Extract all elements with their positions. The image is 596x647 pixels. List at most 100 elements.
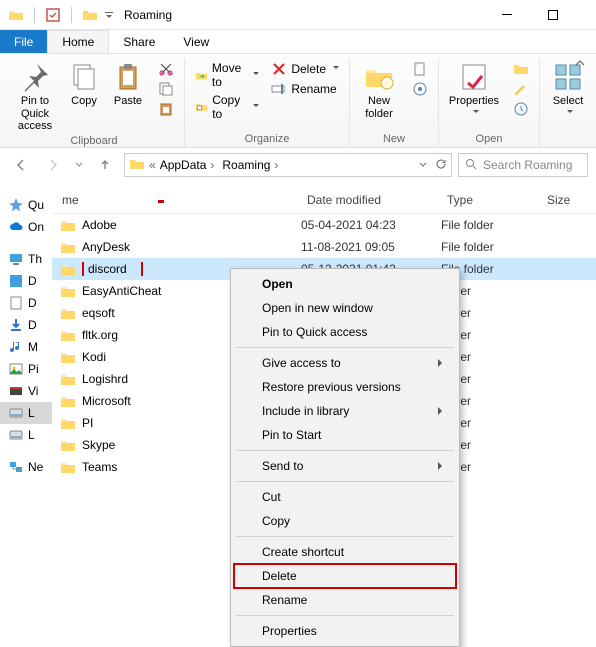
ctx-send-to[interactable]: Send to [234, 454, 456, 478]
back-button[interactable] [8, 152, 34, 178]
rename-button[interactable]: Rename [267, 80, 343, 98]
forward-button[interactable] [40, 152, 66, 178]
close-button[interactable] [576, 0, 596, 30]
sidebar-item[interactable]: D [0, 314, 52, 336]
crumb-roaming[interactable]: Roaming [222, 158, 282, 172]
context-menu: Open Open in new window Pin to Quick acc… [230, 268, 460, 647]
open-icon [513, 61, 529, 77]
ctx-copy[interactable]: Copy [234, 509, 456, 533]
open-button[interactable] [509, 60, 533, 78]
sidebar-item[interactable]: Pi [0, 358, 52, 380]
sidebar-item[interactable]: On [0, 216, 52, 238]
folder-icon [60, 416, 76, 430]
delete-button[interactable]: Delete [267, 60, 343, 78]
sidebar-item[interactable]: D [0, 292, 52, 314]
folder-icon [129, 156, 145, 175]
folder-icon [60, 372, 76, 386]
copy-button[interactable]: Copy [64, 58, 104, 108]
addr-dropdown-icon[interactable] [419, 158, 427, 173]
sidebar-item[interactable]: Vi [0, 380, 52, 402]
copy-path-button[interactable] [154, 80, 178, 98]
recent-button[interactable] [72, 152, 86, 178]
maximize-button[interactable] [530, 0, 576, 30]
tab-file[interactable]: File [0, 30, 47, 53]
columns-header[interactable]: me Date modified Type Size [52, 186, 596, 214]
file-type: File folder [437, 218, 537, 232]
crumb-appdata[interactable]: AppData [160, 158, 219, 172]
new-item-icon [412, 61, 428, 77]
scissors-icon [158, 61, 174, 77]
file-date: 05-04-2021 04:23 [297, 218, 437, 232]
sidebar-item[interactable]: L [0, 402, 52, 424]
sidebar-item[interactable]: Qu [0, 194, 52, 216]
ribbon-collapse-button[interactable] [570, 54, 590, 74]
window-title: Roaming [124, 8, 172, 22]
ctx-pin-quick-access[interactable]: Pin to Quick access [234, 320, 456, 344]
breadcrumb[interactable]: « AppData Roaming [124, 153, 452, 177]
properties-button[interactable]: Properties [445, 58, 503, 116]
file-name: fltk.org [82, 328, 118, 342]
square-icon [8, 273, 24, 289]
file-name: EasyAntiCheat [82, 284, 161, 298]
edit-button[interactable] [509, 80, 533, 98]
table-row[interactable]: AnyDesk11-08-2021 09:05File folder [52, 236, 596, 258]
ctx-include-library[interactable]: Include in library [234, 399, 456, 423]
ctx-give-access[interactable]: Give access to [234, 351, 456, 375]
ctx-pin-start[interactable]: Pin to Start [234, 423, 456, 447]
tab-view[interactable]: View [169, 30, 223, 53]
ctx-restore-versions[interactable]: Restore previous versions [234, 375, 456, 399]
search-input[interactable]: Search Roaming [458, 153, 588, 177]
easy-access-button[interactable] [408, 80, 432, 98]
file-name: PI [82, 416, 93, 430]
folder-icon [60, 460, 76, 474]
cut-button[interactable] [154, 60, 178, 78]
sidebar-item[interactable]: D [0, 270, 52, 292]
ctx-delete[interactable]: Delete [234, 564, 456, 588]
ctx-create-shortcut[interactable]: Create shortcut [234, 540, 456, 564]
ctx-open[interactable]: Open [234, 272, 456, 296]
refresh-button[interactable] [435, 158, 447, 173]
file-name: Teams [82, 460, 117, 474]
file-name: AnyDesk [82, 240, 130, 254]
folder-icon [60, 438, 76, 452]
sidebar-item[interactable]: Th [0, 248, 52, 270]
ctx-properties[interactable]: Properties [234, 619, 456, 643]
tab-home[interactable]: Home [47, 30, 109, 53]
qat-dropdown-icon[interactable] [104, 7, 114, 23]
new-folder-button[interactable]: New folder [356, 58, 402, 120]
qat-properties-icon[interactable] [45, 7, 61, 23]
rename-icon [271, 81, 287, 97]
folder-icon [60, 306, 76, 320]
new-item-button[interactable] [408, 60, 432, 78]
move-to-button[interactable]: Move to [191, 60, 263, 90]
up-button[interactable] [92, 152, 118, 178]
tab-share[interactable]: Share [109, 30, 169, 53]
minimize-button[interactable] [484, 0, 530, 30]
col-size[interactable]: Size [537, 193, 587, 207]
sidebar-item[interactable]: L [0, 424, 52, 446]
file-name: Skype [82, 438, 115, 452]
col-name[interactable]: me [52, 193, 297, 207]
ctx-open-new-window[interactable]: Open in new window [234, 296, 456, 320]
col-type[interactable]: Type [437, 193, 537, 207]
group-label-organize: Organize [245, 131, 290, 147]
ctx-rename[interactable]: Rename [234, 588, 456, 612]
doc-icon [8, 295, 24, 311]
paste-button[interactable]: Paste [108, 58, 148, 108]
file-name: Kodi [82, 350, 106, 364]
table-row[interactable]: Adobe05-04-2021 04:23File folder [52, 214, 596, 236]
copy-to-button[interactable]: Copy to [191, 92, 263, 122]
music-icon [8, 339, 24, 355]
ribbon-tabs: File Home Share View [0, 30, 596, 54]
ctx-cut[interactable]: Cut [234, 485, 456, 509]
pin-quick-access-button[interactable]: Pin to Quick access [10, 58, 60, 133]
sidebar-item[interactable]: Ne [0, 456, 52, 478]
net-icon [8, 459, 24, 475]
col-date[interactable]: Date modified [297, 193, 437, 207]
nav-sidebar: QuOnThDDDMPiViLLNe [0, 182, 52, 635]
move-icon [195, 67, 208, 83]
sidebar-item[interactable]: M [0, 336, 52, 358]
paste-shortcut-button[interactable] [154, 100, 178, 118]
history-button[interactable] [509, 100, 533, 118]
group-label-new: New [383, 131, 405, 147]
